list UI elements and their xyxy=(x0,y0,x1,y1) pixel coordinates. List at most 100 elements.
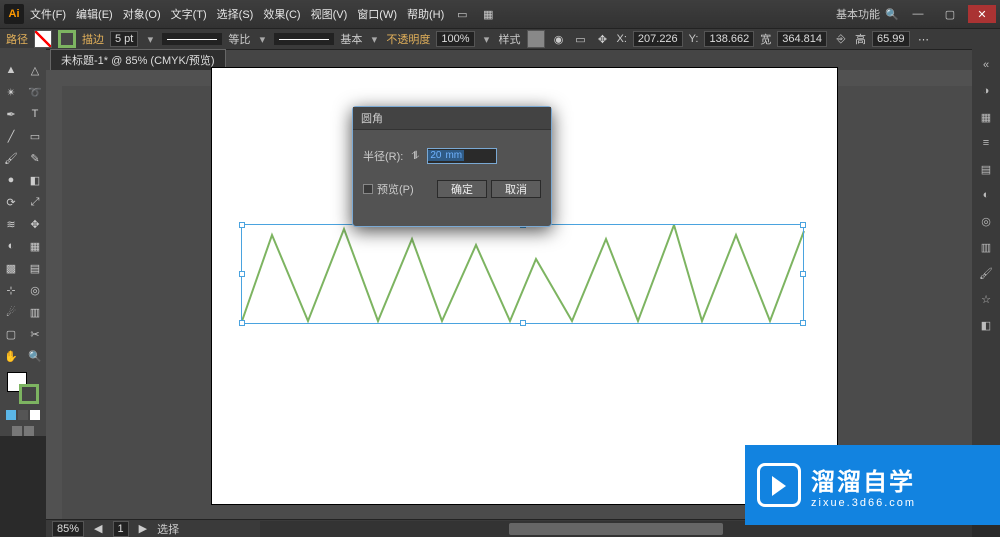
brushes-panel-icon[interactable]: 🖌 xyxy=(977,264,995,282)
more-icon[interactable]: ⋯ xyxy=(916,31,932,47)
type-tool-icon[interactable]: T xyxy=(25,104,45,124)
scale-tool-icon[interactable]: ⤢ xyxy=(25,192,45,212)
color-mode-icon[interactable] xyxy=(6,410,16,420)
profile-preview[interactable] xyxy=(162,33,222,45)
zoom-tool-icon[interactable]: 🔍 xyxy=(25,346,45,366)
recolor-icon[interactable]: ◉ xyxy=(551,31,567,47)
opacity-label[interactable]: 不透明度 xyxy=(386,31,430,47)
style-swatch[interactable] xyxy=(527,30,545,48)
opacity-field[interactable]: 100% xyxy=(436,31,474,47)
menu-object[interactable]: 对象(O) xyxy=(123,6,161,22)
eyedropper-tool-icon[interactable]: ⊹ xyxy=(1,280,21,300)
artboard-nav-next-icon[interactable]: ▶ xyxy=(139,522,147,535)
lock-aspect-icon[interactable]: ⎆ xyxy=(833,31,849,47)
handle-tl[interactable] xyxy=(239,222,245,228)
x-field[interactable]: 207.226 xyxy=(633,31,683,47)
chevron-down-icon[interactable]: ▾ xyxy=(481,33,493,46)
handle-bc[interactable] xyxy=(520,320,526,326)
perspective-tool-icon[interactable]: ▦ xyxy=(25,236,45,256)
search-icon[interactable]: 🔍 xyxy=(884,6,900,22)
y-field[interactable]: 138.662 xyxy=(704,31,754,47)
maximize-button[interactable]: ▢ xyxy=(936,5,964,23)
workspace-switcher[interactable]: 基本功能 xyxy=(836,6,880,22)
arrange-icon[interactable]: ▦ xyxy=(480,6,496,22)
screen-mode-icon[interactable] xyxy=(24,426,34,436)
expand-dock-icon[interactable]: « xyxy=(977,56,995,74)
mesh-tool-icon[interactable]: ▩ xyxy=(1,258,21,278)
artboard-tool-icon[interactable]: ▢ xyxy=(1,324,21,344)
none-mode-icon[interactable] xyxy=(30,410,40,420)
gradient-panel-icon[interactable]: ▤ xyxy=(977,160,995,178)
appearance-panel-icon[interactable]: ◎ xyxy=(977,212,995,230)
blob-tool-icon[interactable]: ● xyxy=(1,170,21,190)
brush-preview[interactable] xyxy=(274,33,334,45)
menu-edit[interactable]: 编辑(E) xyxy=(76,6,113,22)
draw-mode-icon[interactable] xyxy=(12,426,22,436)
menu-view[interactable]: 视图(V) xyxy=(311,6,348,22)
doc-tab[interactable]: 未标题-1* @ 85% (CMYK/预览) xyxy=(50,49,226,70)
stepper-icon[interactable]: ⥮ xyxy=(407,148,423,164)
zoom-field[interactable]: 85% xyxy=(52,521,84,537)
pen-tool-icon[interactable]: ✒ xyxy=(1,104,21,124)
rotate-tool-icon[interactable]: ⟳ xyxy=(1,192,21,212)
ok-button[interactable]: 确定 xyxy=(437,180,487,198)
chevron-down-icon[interactable]: ▾ xyxy=(256,33,268,46)
artboard-nav-prev-icon[interactable]: ◀ xyxy=(94,522,102,535)
transform-icon[interactable]: ✥ xyxy=(595,31,611,47)
line-tool-icon[interactable]: ╱ xyxy=(1,126,21,146)
stroke-link[interactable]: 描边 xyxy=(82,31,104,47)
gradient-mode-icon[interactable] xyxy=(18,410,28,420)
fill-stroke-control[interactable] xyxy=(7,372,39,404)
menu-type[interactable]: 文字(T) xyxy=(171,6,207,22)
stroke-panel-icon[interactable]: ≡ xyxy=(977,134,995,152)
ruler-vertical[interactable] xyxy=(46,86,62,519)
close-button[interactable]: ✕ xyxy=(968,5,996,23)
shape-builder-tool-icon[interactable]: ◐ xyxy=(1,236,21,256)
minimize-button[interactable]: — xyxy=(904,5,932,23)
gradient-tool-icon[interactable]: ▤ xyxy=(25,258,45,278)
handle-br[interactable] xyxy=(800,320,806,326)
hand-tool-icon[interactable]: ✋ xyxy=(1,346,21,366)
width-tool-icon[interactable]: ≋ xyxy=(1,214,21,234)
handle-tr[interactable] xyxy=(800,222,806,228)
cancel-button[interactable]: 取消 xyxy=(491,180,541,198)
menu-effect[interactable]: 效果(C) xyxy=(263,6,300,22)
color-panel-icon[interactable]: ◑ xyxy=(977,82,995,100)
rect-tool-icon[interactable]: ▭ xyxy=(25,126,45,146)
stroke-swatch[interactable] xyxy=(58,30,76,48)
selection-bounding-box[interactable] xyxy=(241,224,804,324)
symbol-tool-icon[interactable]: ☄ xyxy=(1,302,21,322)
menu-window[interactable]: 窗口(W) xyxy=(357,6,397,22)
w-field[interactable]: 364.814 xyxy=(777,31,827,47)
selection-tool-icon[interactable]: ▲ xyxy=(1,60,21,80)
slice-tool-icon[interactable]: ✂ xyxy=(25,324,45,344)
magic-wand-tool-icon[interactable]: ✴ xyxy=(1,82,21,102)
menu-help[interactable]: 帮助(H) xyxy=(407,6,444,22)
eraser-tool-icon[interactable]: ◧ xyxy=(25,170,45,190)
handle-ml[interactable] xyxy=(239,271,245,277)
symbols-panel-icon[interactable]: ☆ xyxy=(977,290,995,308)
h-field[interactable]: 65.99 xyxy=(872,31,910,47)
layout-icon[interactable]: ▭ xyxy=(454,6,470,22)
graph-tool-icon[interactable]: ▥ xyxy=(25,302,45,322)
graphic-styles-panel-icon[interactable]: ◧ xyxy=(977,316,995,334)
fill-swatch[interactable] xyxy=(34,30,52,48)
layers-panel-icon[interactable]: ▥ xyxy=(977,238,995,256)
scrollbar-thumb[interactable] xyxy=(509,523,723,535)
handle-bl[interactable] xyxy=(239,320,245,326)
handle-mr[interactable] xyxy=(800,271,806,277)
chevron-down-icon[interactable]: ▾ xyxy=(144,33,156,46)
stroke-weight-field[interactable]: 5 pt xyxy=(110,31,138,47)
transparency-panel-icon[interactable]: ◐ xyxy=(977,186,995,204)
blend-tool-icon[interactable]: ◎ xyxy=(25,280,45,300)
free-transform-tool-icon[interactable]: ✥ xyxy=(25,214,45,234)
pencil-tool-icon[interactable]: ✎ xyxy=(25,148,45,168)
preview-checkbox[interactable] xyxy=(363,184,373,194)
stroke-chip[interactable] xyxy=(19,384,39,404)
direct-select-tool-icon[interactable]: △ xyxy=(25,60,45,80)
lasso-tool-icon[interactable]: ➰ xyxy=(25,82,45,102)
brush-tool-icon[interactable]: 🖌 xyxy=(1,148,21,168)
swatches-panel-icon[interactable]: ▦ xyxy=(977,108,995,126)
artboard-index-field[interactable]: 1 xyxy=(113,521,129,537)
radius-input[interactable]: 20mm xyxy=(427,148,497,164)
